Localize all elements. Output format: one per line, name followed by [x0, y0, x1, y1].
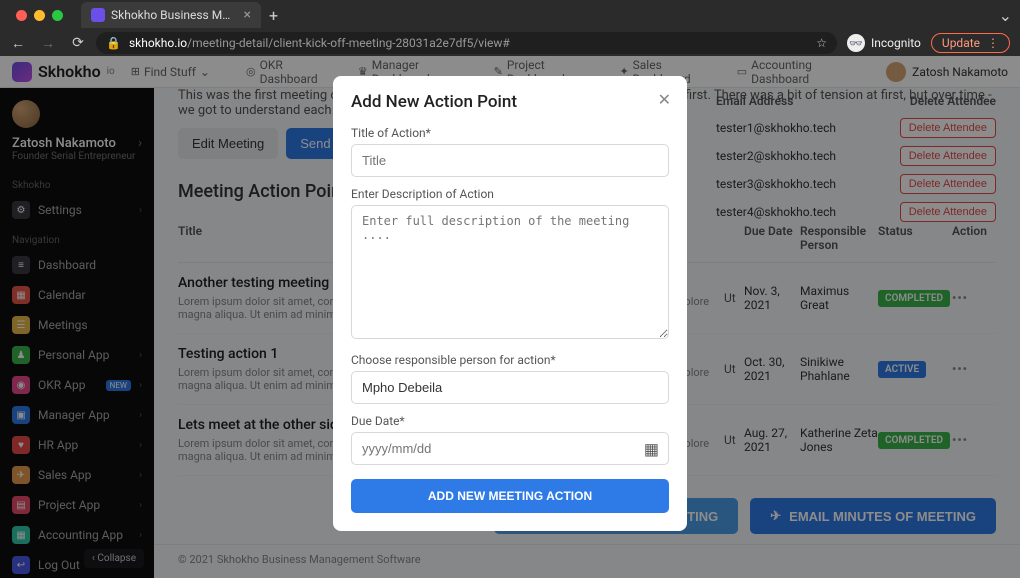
incognito-indicator: 👓 Incognito	[847, 34, 921, 52]
tab-title: Skhokho Business Managemen	[111, 8, 236, 22]
calendar-icon[interactable]: ▦	[644, 439, 659, 458]
browser-chrome: Skhokho Business Managemen × + ⌄ ← → ⟳ 🔒…	[0, 0, 1020, 56]
reload-icon[interactable]: ⟳	[70, 35, 86, 52]
responsible-person-select[interactable]	[351, 371, 669, 404]
back-icon[interactable]: ←	[10, 35, 26, 52]
forward-icon[interactable]: →	[40, 35, 56, 52]
add-action-submit-button[interactable]: ADD NEW MEETING ACTION	[351, 479, 669, 513]
action-description-textarea[interactable]	[351, 205, 669, 339]
field-label: Enter Description of Action	[351, 187, 669, 201]
field-label: Choose responsible person for action*	[351, 353, 669, 367]
modal-title: Add New Action Point	[351, 92, 669, 112]
field-label: Title of Action*	[351, 126, 669, 140]
incognito-icon: 👓	[847, 34, 865, 52]
close-tab-icon[interactable]: ×	[244, 7, 251, 23]
minimize-window-icon[interactable]	[34, 10, 45, 21]
maximize-window-icon[interactable]	[52, 10, 63, 21]
field-label: Due Date*	[351, 414, 669, 428]
address-bar[interactable]: 🔒 skhokho.io/meeting-detail/client-kick-…	[96, 32, 837, 54]
update-button[interactable]: Update ⋮	[931, 33, 1010, 53]
close-icon[interactable]: ✕	[658, 90, 671, 109]
window-controls	[8, 10, 71, 21]
add-action-modal: Add New Action Point ✕ Title of Action* …	[333, 76, 687, 531]
lock-icon: 🔒	[106, 36, 121, 50]
due-date-input[interactable]	[351, 432, 669, 465]
tab-menu-icon[interactable]: ⌄	[999, 6, 1012, 25]
new-tab-button[interactable]: +	[269, 6, 278, 25]
browser-tab[interactable]: Skhokho Business Managemen ×	[81, 2, 261, 28]
close-window-icon[interactable]	[16, 10, 27, 21]
bookmark-icon[interactable]: ☆	[816, 36, 827, 50]
action-title-input[interactable]	[351, 144, 669, 177]
url-text: skhokho.io/meeting-detail/client-kick-of…	[129, 36, 816, 50]
favicon-icon	[91, 8, 105, 22]
